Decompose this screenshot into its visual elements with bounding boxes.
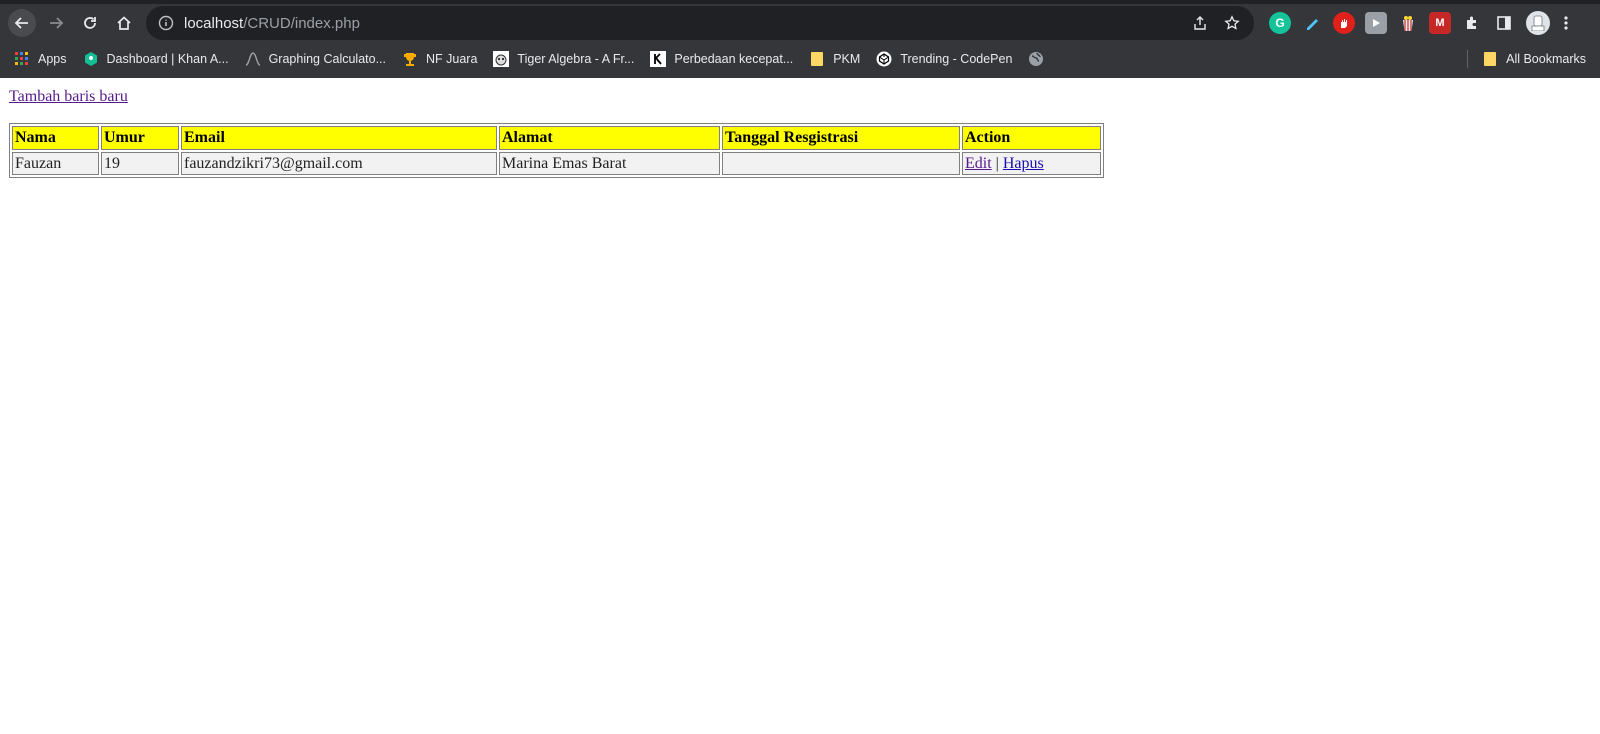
grammarly-icon[interactable]: G <box>1269 12 1291 34</box>
bookmark-perbedaan[interactable]: Perbedaan kecepat... <box>642 46 801 72</box>
forward-button[interactable] <box>42 9 70 37</box>
header-action: Action <box>962 126 1101 150</box>
header-tanggal: Tanggal Resgistrasi <box>722 126 960 150</box>
address-bar[interactable]: localhost/CRUD/index.php <box>146 6 1254 40</box>
cell-alamat: Marina Emas Barat <box>499 152 720 175</box>
user-table: Nama Umur Email Alamat Tanggal Resgistra… <box>9 123 1104 178</box>
delete-link[interactable]: Hapus <box>1003 155 1044 172</box>
bookmark-pkm[interactable]: PKM <box>801 46 868 72</box>
header-alamat: Alamat <box>499 126 720 150</box>
bookmark-label: Dashboard | Khan A... <box>106 52 229 66</box>
bookmark-label: PKM <box>833 52 861 66</box>
back-button[interactable] <box>8 9 36 37</box>
k-icon <box>650 51 667 67</box>
home-button[interactable] <box>110 9 138 37</box>
reload-button[interactable] <box>76 9 104 37</box>
bookmark-khan-academy[interactable]: Dashboard | Khan A... <box>75 46 237 72</box>
extensions-puzzle-icon[interactable] <box>1461 12 1483 34</box>
bookmark-nf-juara[interactable]: NF Juara <box>394 46 485 72</box>
bookmarks-divider <box>1467 50 1469 68</box>
cell-email: fauzandzikri73@gmail.com <box>181 152 497 175</box>
bookmark-label: Tiger Algebra - A Fr... <box>517 52 635 66</box>
action-separator: | <box>995 154 999 172</box>
cell-nama: Fauzan <box>12 152 99 175</box>
url-path: /CRUD/index.php <box>243 14 360 32</box>
header-email: Email <box>181 126 497 150</box>
mendeley-icon[interactable]: M <box>1429 12 1451 34</box>
bookmark-label: NF Juara <box>426 52 478 66</box>
url-text: localhost/CRUD/index.php <box>184 15 360 32</box>
bookmark-label: Apps <box>38 52 67 66</box>
bookmark-apps[interactable]: Apps <box>0 46 75 72</box>
apps-grid-icon <box>14 51 30 67</box>
tiger-icon <box>493 51 510 67</box>
arrow-right-icon <box>50 17 64 29</box>
cell-tanggal <box>722 152 960 175</box>
bookmark-star-icon[interactable] <box>1218 9 1246 37</box>
extensions-area: G M <box>1264 4 1576 42</box>
share-icon[interactable] <box>1186 9 1214 37</box>
khan-academy-icon <box>83 51 99 67</box>
arrow-left-icon <box>14 17 28 29</box>
all-bookmarks-area: All Bookmarks <box>1467 46 1594 72</box>
bookmark-tiger-algebra[interactable]: Tiger Algebra - A Fr... <box>485 46 642 72</box>
header-umur: Umur <box>101 126 179 150</box>
all-bookmarks-button[interactable]: All Bookmarks <box>1474 46 1594 72</box>
desmos-icon <box>245 51 261 67</box>
highlighter-icon[interactable] <box>1301 12 1323 34</box>
home-icon <box>117 16 131 30</box>
folder-icon <box>1482 51 1498 67</box>
adblock-icon[interactable] <box>1333 12 1355 34</box>
bookmark-label: Perbedaan kecepat... <box>674 52 794 66</box>
page-content: Tambah baris baru Nama Umur Email Alamat… <box>0 78 1600 186</box>
globe-icon <box>1028 51 1044 67</box>
video-player-icon[interactable] <box>1365 12 1387 34</box>
header-nama: Nama <box>12 126 99 150</box>
bookmarks-bar: Apps Dashboard | Khan A... Graphing Calc… <box>0 44 1600 74</box>
bookmark-codepen[interactable]: Trending - CodePen <box>868 46 1020 72</box>
bookmark-globe[interactable] <box>1020 46 1060 72</box>
url-host: localhost <box>184 14 244 32</box>
cell-umur: 19 <box>101 152 179 175</box>
edit-link[interactable]: Edit <box>965 155 992 172</box>
trophy-icon <box>402 51 418 67</box>
table-header-row: Nama Umur Email Alamat Tanggal Resgistra… <box>12 126 1101 150</box>
bookmark-label: Trending - CodePen <box>900 52 1013 66</box>
folder-icon <box>809 51 825 67</box>
codepen-icon <box>876 51 892 67</box>
add-row-link[interactable]: Tambah baris baru <box>9 88 128 106</box>
bookmark-desmos[interactable]: Graphing Calculato... <box>237 46 394 72</box>
side-panel-icon[interactable] <box>1493 12 1515 34</box>
browser-chrome: localhost/CRUD/index.php G M Apps Dashbo… <box>0 0 1600 78</box>
site-info-icon[interactable] <box>158 15 174 31</box>
more-menu-icon[interactable] <box>1556 11 1576 35</box>
profile-avatar[interactable] <box>1526 11 1550 35</box>
popcorn-icon[interactable] <box>1397 12 1419 34</box>
table-row: Fauzan 19 fauzandzikri73@gmail.com Marin… <box>12 152 1101 175</box>
cell-action: Edit | Hapus <box>962 152 1101 175</box>
all-bookmarks-label: All Bookmarks <box>1506 52 1586 66</box>
reload-icon <box>84 17 96 29</box>
bookmark-label: Graphing Calculato... <box>268 52 387 66</box>
browser-toolbar: localhost/CRUD/index.php G M <box>0 4 1600 42</box>
